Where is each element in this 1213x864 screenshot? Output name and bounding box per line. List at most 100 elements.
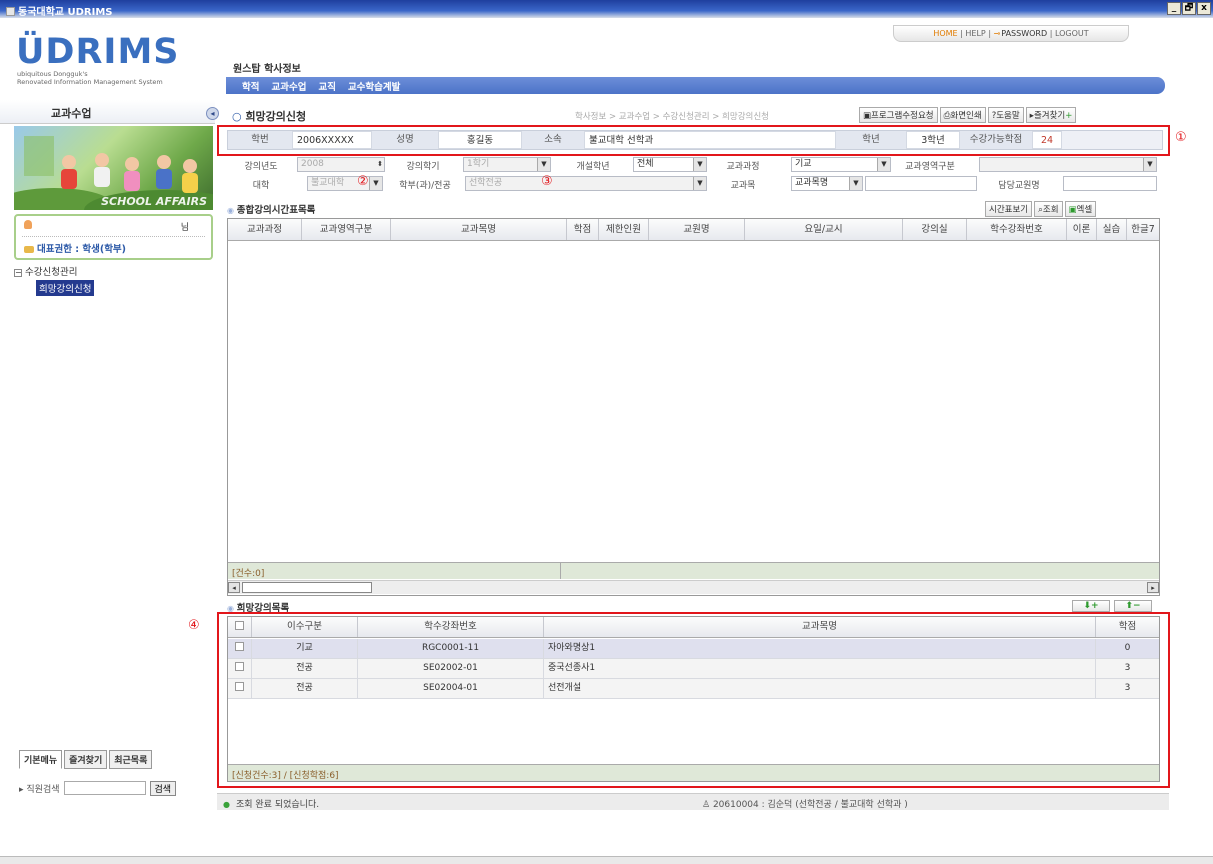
role-icon	[24, 246, 34, 253]
col-header[interactable]: 교과과정	[228, 219, 302, 240]
spinner-icon[interactable]: ⬍	[377, 158, 383, 171]
udrims-logo[interactable]: ÜDRIMS	[16, 32, 179, 72]
program-request-button[interactable]: ▣프로그램수정요청	[859, 107, 938, 123]
timetable-toolbar: 시간표보기 ⌕조회 ▣엑셀	[985, 201, 1097, 217]
collapse-icon[interactable]: −	[14, 269, 22, 277]
window-controls: _ 🗗 x	[1167, 2, 1211, 15]
status-user: ♙ 20610004 : 김순덕 (선학전공 / 불교대학 선학과 )	[702, 800, 908, 810]
area-select[interactable]	[979, 157, 1157, 172]
app-icon	[6, 7, 15, 16]
timetable-grid[interactable]: 교과과정 교과영역구분 교과목명 학점 제한인원 교원명 요일/교시 강의실 학…	[227, 218, 1160, 596]
tab-basic-menu[interactable]: 기본메뉴	[19, 750, 63, 769]
college-select[interactable]: 불교대학	[307, 176, 383, 191]
menu-item-learning-dev[interactable]: 교수학습계발	[348, 79, 400, 94]
col-header[interactable]: 학점	[1096, 617, 1159, 637]
horizontal-scrollbar[interactable]: ◂ ▸	[228, 580, 1159, 594]
timetable-header: 교과과정 교과영역구분 교과목명 학점 제한인원 교원명 요일/교시 강의실 학…	[228, 219, 1159, 241]
menu-item-haksjeok[interactable]: 학적	[242, 79, 259, 94]
remove-row-button[interactable]: ⬆−	[1114, 600, 1152, 612]
minimize-button[interactable]: _	[1167, 2, 1181, 15]
top-links: HOME | HELP | PASSWORD | LOGOUT	[893, 25, 1129, 42]
close-button[interactable]: x	[1197, 2, 1211, 15]
add-row-button[interactable]: ⬇+	[1072, 600, 1110, 612]
col-header[interactable]: 강의실	[903, 219, 967, 240]
col-header[interactable]: 요일/교시	[745, 219, 903, 240]
annotation-1: ①	[1175, 130, 1187, 145]
highlight-box-1	[217, 125, 1170, 156]
scroll-left-icon[interactable]: ◂	[228, 582, 240, 593]
wishlist-header: 이수구분 학수강좌번호 교과목명 학점	[228, 617, 1159, 638]
col-header[interactable]: 한글7	[1127, 219, 1159, 240]
col-header[interactable]: 교원명	[649, 219, 745, 240]
col-header[interactable]: 학수강좌번호	[967, 219, 1067, 240]
table-row[interactable]: 전공 SE02002-01 중국선종사1 3	[228, 659, 1159, 679]
timetable-count: [건수:0]	[228, 562, 1159, 579]
select-all-checkbox[interactable]	[228, 617, 252, 637]
col-header[interactable]: 이론	[1067, 219, 1097, 240]
password-link[interactable]: PASSWORD	[994, 29, 1048, 38]
semester-select[interactable]: 1학기	[463, 157, 551, 172]
logout-link[interactable]: LOGOUT	[1055, 29, 1089, 38]
menu-item-teaching[interactable]: 교직	[318, 79, 335, 94]
subject-field-select[interactable]: 교과목명	[791, 176, 863, 191]
print-button[interactable]: ⎙화면인쇄	[939, 107, 986, 123]
help-link[interactable]: HELP	[965, 29, 985, 38]
banner-caption: SCHOOL AFFAIRS	[101, 195, 207, 208]
tab-recent[interactable]: 최근목록	[109, 750, 153, 769]
col-header[interactable]: 실습	[1097, 219, 1127, 240]
left-tabs: 기본메뉴 즐겨찾기 최근목록	[19, 750, 153, 769]
lecture-year-spinner[interactable]: 2008 ⬍	[297, 157, 385, 172]
col-header[interactable]: 제한인원	[599, 219, 649, 240]
user-icon: ♙	[702, 800, 713, 810]
col-header[interactable]: 이수구분	[252, 617, 358, 637]
tab-favorites[interactable]: 즐겨찾기	[64, 750, 108, 769]
table-row[interactable]: 전공 SE02004-01 선전개설 3	[228, 679, 1159, 699]
course-type-select[interactable]: 기교	[791, 157, 891, 172]
status-message: 조회 완료 되었습니다.	[223, 797, 319, 810]
subject-input[interactable]	[865, 176, 977, 191]
wishlist-grid[interactable]: 이수구분 학수강좌번호 교과목명 학점 기교 RGC0001-11 자아와명상1…	[227, 616, 1160, 782]
system-path: 원스탑 학사정보	[233, 64, 301, 75]
divider	[22, 236, 205, 237]
window-title: 동국대학교 UDRIMS	[6, 3, 112, 18]
timetable-section-title: 종합강의시간표목록	[227, 202, 316, 216]
left-panel-title: 교과수업	[0, 100, 215, 124]
menu-tree: − 수강신청관리 희망강의신청	[14, 264, 95, 296]
wishlist-toolbar: ⬇+ ⬆−	[1072, 600, 1152, 612]
collapse-left-panel-icon[interactable]: ◂	[206, 107, 219, 120]
home-link[interactable]: HOME	[933, 29, 957, 38]
row-checkbox[interactable]	[235, 662, 244, 671]
plus-icon: +	[1065, 111, 1073, 121]
col-header[interactable]: 교과목명	[391, 219, 567, 240]
user-suffix: 님	[180, 223, 189, 233]
scroll-right-icon[interactable]: ▸	[1147, 582, 1159, 593]
search-button[interactable]: ⌕조회	[1034, 201, 1063, 217]
help-button[interactable]: ?도움말	[987, 107, 1024, 123]
wishlist-summary: [신청건수:3] / [신청학점:6]	[228, 764, 1159, 781]
professor-input[interactable]	[1063, 176, 1157, 191]
major-select[interactable]: 선학전공	[465, 176, 707, 191]
row-checkbox[interactable]	[235, 642, 244, 651]
staff-search-button[interactable]: 검색	[149, 780, 177, 796]
tree-root[interactable]: − 수강신청관리	[14, 264, 77, 278]
row-checkbox[interactable]	[235, 682, 244, 691]
remove-icon: ⬆	[1125, 601, 1133, 611]
scroll-thumb[interactable]	[242, 582, 372, 593]
add-icon: ⬇	[1083, 601, 1091, 611]
col-header[interactable]: 교과영역구분	[302, 219, 391, 240]
restore-button[interactable]: 🗗	[1182, 2, 1196, 15]
col-header[interactable]: 교과목명	[544, 617, 1096, 637]
add-favorite-button[interactable]: ▸즐겨찾기+	[1025, 107, 1077, 123]
col-header[interactable]: 학점	[567, 219, 599, 240]
view-timetable-button[interactable]: 시간표보기	[985, 201, 1033, 217]
col-header[interactable]: 학수강좌번호	[358, 617, 544, 637]
table-row[interactable]: 기교 RGC0001-11 자아와명상1 0	[228, 639, 1159, 659]
main-menubar: 학적 교과수업 교직 교수학습계발	[226, 77, 1165, 94]
staff-search: ▸ 직원검색 검색	[19, 778, 209, 798]
menu-item-course[interactable]: 교과수업	[271, 79, 306, 94]
excel-button[interactable]: ▣엑셀	[1064, 201, 1097, 217]
staff-search-input[interactable]	[63, 781, 146, 795]
tree-item-wish-course[interactable]: 희망강의신청	[36, 280, 95, 296]
open-grade-select[interactable]: 전체	[633, 157, 707, 172]
logo-subtitle: ubiquitous Dongguk's Renovated Informati…	[17, 70, 163, 86]
